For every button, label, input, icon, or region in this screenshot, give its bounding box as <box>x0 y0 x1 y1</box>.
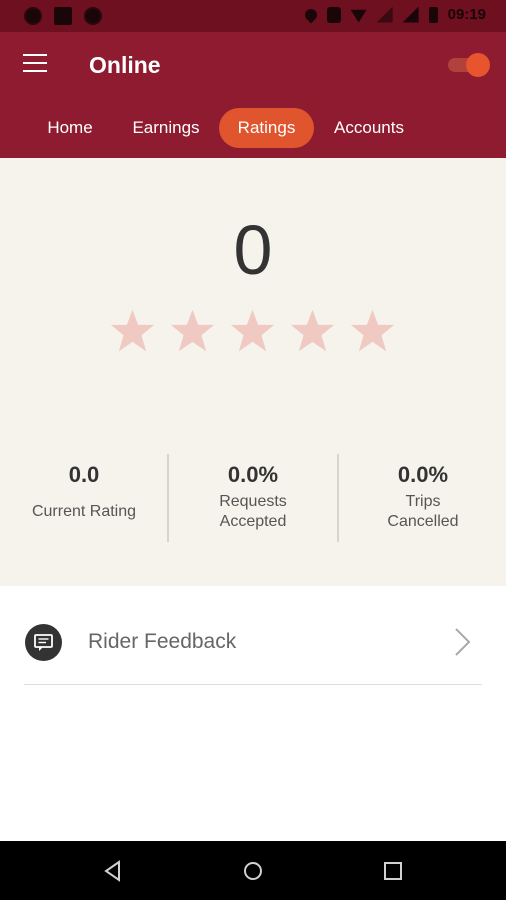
rider-feedback-label: Rider Feedback <box>88 630 237 653</box>
chat-bubble-icon <box>25 624 62 661</box>
home-icon[interactable] <box>241 859 265 883</box>
online-toggle[interactable] <box>448 53 490 77</box>
star-icon <box>349 308 396 355</box>
tab-accounts[interactable]: Accounts <box>322 108 416 148</box>
image-icon <box>54 7 72 25</box>
star-icon <box>169 308 216 355</box>
tab-earnings[interactable]: Earnings <box>124 108 208 148</box>
app-bar: Online <box>0 32 506 98</box>
status-time: 09:19 <box>447 6 486 23</box>
rating-summary: 0 0.0 Current Rating 0.0% Requests Accep… <box>0 158 506 586</box>
notification-icons <box>24 7 102 25</box>
chevron-right-icon <box>455 628 471 656</box>
stat-value: 0.0% <box>397 462 449 487</box>
wifi-icon <box>350 9 367 23</box>
system-nav-bar <box>0 841 506 900</box>
star-icon <box>229 308 276 355</box>
sync-icon <box>84 7 102 25</box>
stat-trips-cancelled: 0.0% Trips Cancelled <box>339 454 506 532</box>
stat-requests-accepted: 0.0% Requests Accepted <box>169 454 337 532</box>
stat-value: 0.0% <box>227 462 279 487</box>
signal-icon <box>402 6 419 23</box>
stat-current-rating: 0.0 Current Rating <box>0 454 168 522</box>
star-icon <box>109 308 156 355</box>
star-icon <box>289 308 336 355</box>
menu-icon[interactable] <box>23 54 47 72</box>
stat-label: Requests Accepted <box>219 493 287 530</box>
status-bar: 09:19 <box>0 0 506 32</box>
vibrate-icon <box>326 6 341 23</box>
tab-bar: Home Earnings Ratings Accounts <box>0 98 506 158</box>
stat-label: Trips Cancelled <box>387 493 459 530</box>
back-icon[interactable] <box>101 859 125 883</box>
location-pin-icon <box>302 6 320 23</box>
battery-icon <box>428 6 438 23</box>
toggle-thumb <box>466 53 490 77</box>
stats-row: 0.0 Current Rating 0.0% Requests Accepte… <box>0 454 506 544</box>
system-icons: 09:19 <box>302 6 486 23</box>
no-signal-icon <box>376 6 393 23</box>
overall-rating: 0 <box>233 211 273 289</box>
stat-value: 0.0 <box>68 462 100 487</box>
app-title: Online <box>89 52 161 78</box>
tab-home[interactable]: Home <box>32 108 108 148</box>
rider-feedback-row[interactable]: Rider Feedback <box>0 586 506 686</box>
tab-ratings[interactable]: Ratings <box>219 108 314 148</box>
target-icon <box>24 7 42 25</box>
star-rating <box>109 308 396 355</box>
recents-icon[interactable] <box>381 859 405 883</box>
row-divider <box>24 684 482 685</box>
stat-label: Current Rating <box>31 503 137 520</box>
